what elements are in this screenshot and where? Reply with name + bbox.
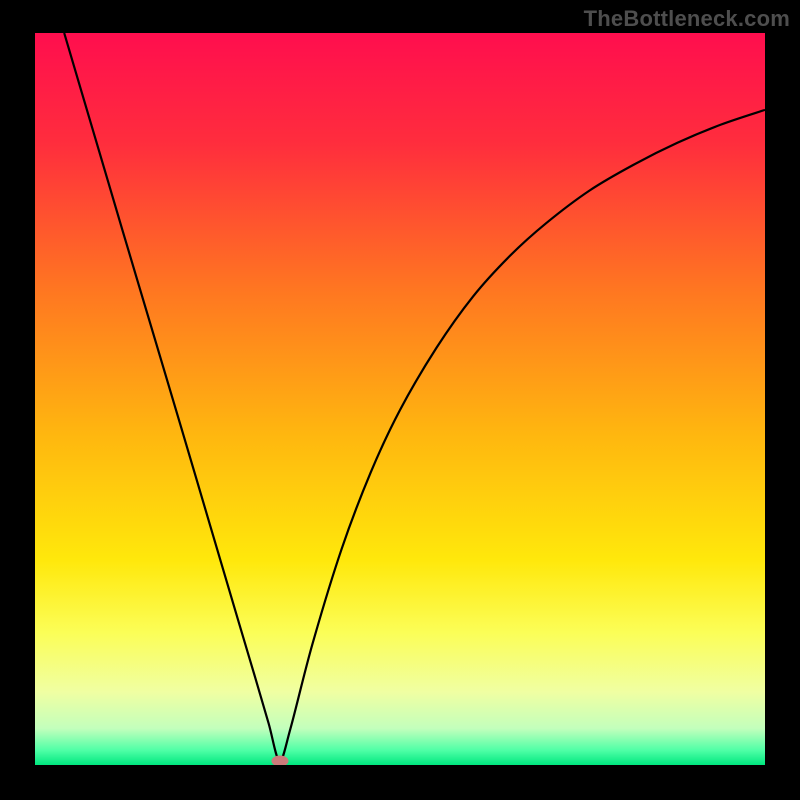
plot-area [35, 33, 765, 765]
watermark-text: TheBottleneck.com [584, 6, 790, 32]
bottleneck-curve [64, 33, 765, 761]
optimal-point-marker [271, 755, 288, 765]
curve-overlay [35, 33, 765, 765]
chart-container: TheBottleneck.com [0, 0, 800, 800]
